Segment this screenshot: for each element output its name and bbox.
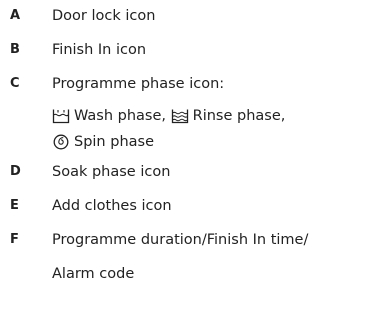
legend-text: Alarm code bbox=[52, 266, 135, 282]
phase-line-2: Spin phase bbox=[52, 131, 154, 153]
legend-row-d: D Soak phase icon bbox=[0, 162, 379, 182]
wash-phase-icon bbox=[52, 108, 70, 124]
legend-letter: C bbox=[10, 76, 20, 91]
legend-letter: E bbox=[10, 198, 19, 213]
legend-letter: A bbox=[10, 8, 21, 23]
legend-row-f-cont: Alarm code bbox=[0, 264, 379, 284]
legend-row-c: C Programme phase icon: bbox=[0, 74, 379, 94]
legend-row-e: E Add clothes icon bbox=[0, 196, 379, 216]
legend-row-b: B Finish In icon bbox=[0, 40, 379, 60]
legend-text: Programme duration/Finish In time/ bbox=[52, 232, 309, 248]
legend-letter: F bbox=[10, 232, 19, 247]
legend-text: Add clothes icon bbox=[52, 198, 172, 214]
legend-row-f: F Programme duration/Finish In time/ bbox=[0, 230, 379, 250]
legend-letter: D bbox=[10, 164, 21, 179]
legend-text: Soak phase icon bbox=[52, 164, 171, 180]
phase-label: Wash phase, bbox=[74, 108, 167, 124]
legend-text: Door lock icon bbox=[52, 8, 156, 24]
rinse-phase-icon bbox=[171, 108, 189, 124]
phase-label: Spin phase bbox=[74, 134, 154, 150]
legend-row-a: A Door lock icon bbox=[0, 6, 379, 26]
phase-line-1: Wash phase, Rinse phase, bbox=[52, 105, 285, 127]
legend-letter: B bbox=[10, 42, 20, 57]
phase-label: Rinse phase, bbox=[192, 108, 286, 124]
spin-phase-icon bbox=[52, 134, 70, 150]
legend-text: Finish In icon bbox=[52, 42, 147, 58]
legend-text: Programme phase icon: bbox=[52, 76, 225, 92]
